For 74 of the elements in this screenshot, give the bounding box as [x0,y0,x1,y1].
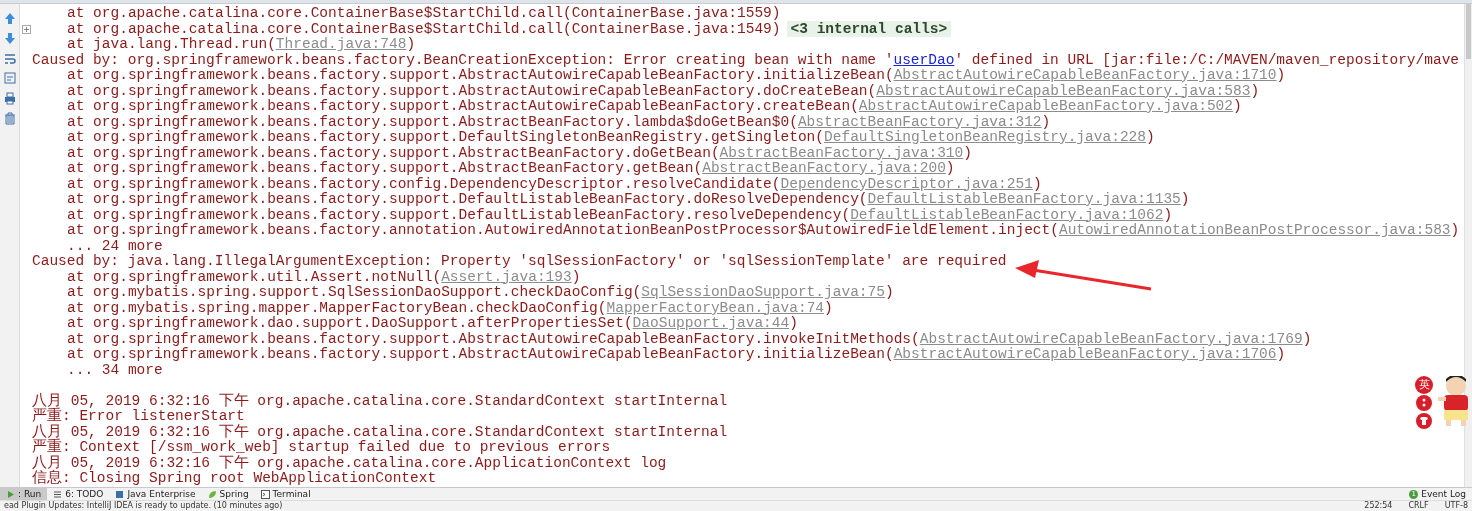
console-line: ... 24 more [67,237,163,254]
source-link[interactable]: DaoSupport.java:44 [632,315,790,331]
console-line: at org.springframework.beans.factory.annotation.AutowiredAnnotationBeanPostProcessor$AutowiredFieldElement.inject(AutowiredAnnotationBeanPostProcessor.java:583) [67,222,1460,238]
list-icon [53,489,63,499]
console-line: 八月 05, 2019 6:32:16 下午 org.apache.catalina.core.StandardContext startInternal [32,392,728,409]
console-line: 严重: Context [/ssm_work_web] startup failed due to previous errors [32,439,611,455]
punctuation-icon[interactable] [1415,394,1433,412]
console-line: at org.springframework.beans.factory.support.AbstractAutowireCapableBeanFactory.initializeBean(AbstractAutowireCapableBeanFactory.java:1710) [67,67,1286,83]
source-link[interactable]: AbstractAutowireCapableBeanFactory.java:1769 [919,330,1303,347]
status-item[interactable]: 252:54 [1364,501,1393,511]
source-link[interactable]: Assert.java:193 [441,268,572,285]
console-line: at org.springframework.beans.factory.support.AbstractBeanFactory.lambda$doGetBean$0(AbstractBeanFactory.java:312) [67,113,1051,130]
console-line: at org.springframework.util.Assert.notNull(Assert.java:193) [67,268,581,285]
source-link[interactable]: AutowiredAnnotationBeanPostProcessor.java:583 [1058,222,1451,238]
language-indicator[interactable]: 英 [1415,376,1433,394]
console-line: 严重: Error listenerStart [32,408,245,424]
console-line: at org.springframework.beans.factory.support.DefaultListableBeanFactory.resolveDependency(DefaultListableBeanFactory.java:1062) [67,206,1173,223]
source-link[interactable]: AbstractAutowireCapableBeanFactory.java:502 [858,98,1233,114]
console-line: at java.lang.Thread.run(Thread.java:748) [67,36,416,52]
console-line: at org.springframework.beans.factory.support.AbstractAutowireCapableBeanFactory.doCreateBean(AbstractAutowireCapableBeanFactory.java:583) [67,82,1260,99]
console-line: at org.springframework.beans.factory.config.DependencyDescriptor.resolveCandidate(DependencyDescriptor.java:251) [67,175,1042,192]
source-link[interactable]: AbstractAutowireCapableBeanFactory.java:583 [876,82,1251,99]
source-link[interactable]: SqlSessionDaoSupport.java:75 [641,284,885,300]
console-line: 信息: Closing Spring root WebApplicationContext [32,470,437,486]
status-message: ead Plugin Updates: IntelliJ IDEA is ready to update. (10 minutes ago) [4,501,283,511]
shirt-icon[interactable] [1415,412,1433,430]
console-line: 八月 05, 2019 6:32:16 下午 org.apache.catalina.core.ApplicationContext log [32,454,667,471]
console-line: at org.springframework.beans.factory.support.AbstractAutowireCapableBeanFactory.initializeBean(AbstractAutowireCapableBeanFactory.java:1706) [67,346,1286,362]
console-line: at org.mybatis.spring.mapper.MapperFactoryBean.checkDaoConfig(MapperFactoryBean.java:74) [67,299,833,316]
status-item[interactable]: UTF-8 [1444,501,1468,511]
console-line: at org.springframework.beans.factory.support.DefaultListableBeanFactory.doResolveDependency(DefaultListableBeanFactory.java:1135) [67,191,1190,207]
up-arrow-icon[interactable] [3,11,17,25]
tool-window-tab[interactable]: Spring [201,488,255,500]
console-line: at org.springframework.beans.factory.support.DefaultSingletonBeanRegistry.getSingleton(DefaultSingletonBeanRegistry.java:228) [67,129,1155,145]
source-link[interactable]: DependencyDescriptor.java:251 [780,175,1033,192]
source-link[interactable]: AbstractAutowireCapableBeanFactory.java:1706 [893,346,1277,362]
status-item[interactable]: CRLF [1408,501,1429,511]
square-icon [115,489,125,499]
bean-name-link[interactable]: userDao [893,51,955,68]
source-link[interactable]: Thread.java:748 [275,36,407,52]
source-link[interactable]: AbstractBeanFactory.java:200 [702,160,946,176]
source-link[interactable]: DefaultListableBeanFactory.java:1062 [850,206,1164,223]
source-link[interactable]: AbstractAutowireCapableBeanFactory.java:1710 [893,67,1277,83]
console-line: at org.springframework.beans.factory.support.AbstractBeanFactory.getBean(AbstractBeanFactory.java:200) [67,160,955,176]
internal-calls-note[interactable]: <3 internal calls> [786,20,952,37]
console-line: at org.springframework.dao.support.DaoSupport.afterPropertiesSet(DaoSupport.java:44) [67,315,798,331]
down-arrow-icon[interactable] [3,31,17,45]
leaf-icon [207,489,217,499]
console-line: at org.springframework.beans.factory.support.AbstractAutowireCapableBeanFactory.createBean(AbstractAutowireCapableBeanFactory.java:502) [67,98,1242,114]
source-link[interactable]: AbstractBeanFactory.java:310 [719,144,964,161]
console-line: at org.springframework.beans.factory.support.AbstractAutowireCapableBeanFactory.invokeInitMethods(AbstractAutowireCapableBeanFactory.java:1769) [67,330,1312,347]
tool-window-tab[interactable]: 6: TODO [47,488,110,500]
scroll-end-icon[interactable] [3,71,17,85]
console-line: at org.apache.catalina.core.ContainerBase$StartChild.call(ContainerBase.java:1559) [67,5,781,21]
tool-window-tab[interactable]: : Run [0,488,48,500]
console-line: 八月 05, 2019 6:32:16 下午 org.apache.catalina.core.StandardContext startInternal [32,423,728,440]
source-link[interactable]: DefaultSingletonBeanRegistry.java:228 [824,129,1146,145]
expand-icon[interactable] [22,24,31,34]
console-line: at org.springframework.beans.factory.support.AbstractBeanFactory.doGetBean(AbstractBeanFactory.java:310) [67,144,972,161]
source-link[interactable]: MapperFactoryBean.java:74 [606,299,825,316]
console-line: Caused by: org.springframework.beans.factory.BeanCreationException: Error creating bean with name 'userDao' defined in URL [jar:file:/C:/MAVEN/maven_repository/mave [32,51,1460,68]
wrap-icon[interactable] [3,51,17,65]
source-link[interactable]: AbstractBeanFactory.java:312 [797,113,1042,130]
terminal-icon [260,489,270,499]
console-line: ... 34 more [67,361,163,378]
console-line: at org.apache.catalina.core.ContainerBase$StartChild.call(ContainerBase.java:1549) [67,20,781,37]
print-icon[interactable] [3,91,17,105]
source-link[interactable]: DefaultListableBeanFactory.java:1135 [867,191,1181,207]
console-line: at org.mybatis.spring.support.SqlSessionDaoSupport.checkDaoConfig(SqlSessionDaoSupport.java:75) [67,284,894,300]
play-icon [6,489,15,499]
tool-window-tab[interactable]: Java Enterprise [109,488,202,500]
tool-window-tab[interactable]: Terminal [254,488,317,500]
console-line: Caused by: java.lang.IllegalArgumentException: Property 'sqlSessionFactory' or 'sqlSessionTemplate' are required [32,253,1007,269]
trash-icon[interactable] [3,111,17,125]
